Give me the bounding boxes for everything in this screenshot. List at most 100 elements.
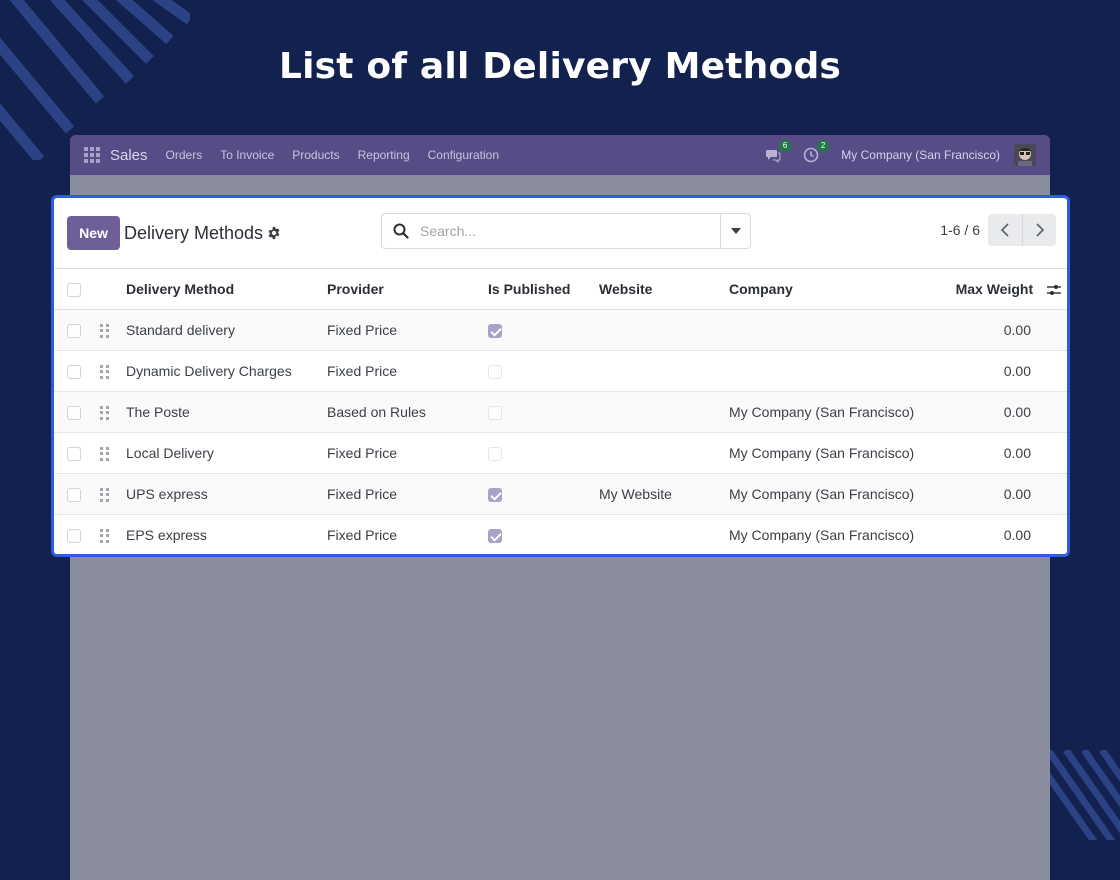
column-header-delivery-method[interactable]: Delivery Method <box>126 269 327 310</box>
cell-delivery-method[interactable]: UPS express <box>126 474 327 515</box>
published-checkbox[interactable] <box>488 406 502 421</box>
cell-is-published[interactable] <box>488 351 599 392</box>
table-header-row: Delivery Method Provider Is Published We… <box>54 268 1067 310</box>
row-checkbox[interactable] <box>67 324 81 339</box>
table-row[interactable]: Local Delivery Fixed Price My Company (S… <box>54 432 1067 474</box>
company-switcher[interactable]: My Company (San Francisco) <box>841 148 1000 162</box>
row-checkbox[interactable] <box>67 488 81 503</box>
search-box <box>381 213 751 249</box>
drag-handle-icon[interactable] <box>100 324 110 338</box>
nav-to-invoice[interactable]: To Invoice <box>220 148 274 162</box>
table-row[interactable]: EPS express Fixed Price My Company (San … <box>54 514 1067 555</box>
cell-max-weight[interactable]: 0.00 <box>919 310 1067 351</box>
cell-website[interactable] <box>599 310 729 351</box>
published-checkbox[interactable] <box>488 324 502 339</box>
pager-value[interactable]: 1-6 / 6 <box>940 222 980 238</box>
app-brand[interactable]: Sales <box>110 147 148 164</box>
cell-website[interactable] <box>599 515 729 555</box>
activities-badge: 2 <box>816 140 830 152</box>
cell-company[interactable]: My Company (San Francisco) <box>729 515 919 555</box>
cell-website[interactable] <box>599 392 729 433</box>
cell-provider[interactable]: Fixed Price <box>327 474 488 515</box>
column-header-website[interactable]: Website <box>599 269 729 310</box>
caret-down-icon <box>730 228 741 234</box>
row-checkbox[interactable] <box>67 447 81 462</box>
cell-delivery-method[interactable]: Standard delivery <box>126 310 327 351</box>
search-options-toggle[interactable] <box>720 214 750 248</box>
cell-delivery-method[interactable]: Dynamic Delivery Charges <box>126 351 327 392</box>
nav-products[interactable]: Products <box>292 148 339 162</box>
pager-next-button[interactable] <box>1022 214 1056 246</box>
row-checkbox[interactable] <box>67 365 81 380</box>
cell-delivery-method[interactable]: EPS express <box>126 515 327 555</box>
cell-is-published[interactable] <box>488 474 599 515</box>
cell-provider[interactable]: Fixed Price <box>327 310 488 351</box>
cell-company[interactable] <box>729 310 919 351</box>
cell-provider[interactable]: Based on Rules <box>327 392 488 433</box>
search-input[interactable] <box>420 216 720 246</box>
column-header-provider[interactable]: Provider <box>327 269 488 310</box>
control-panel: New Delivery Methods 1-6 / 6 <box>54 198 1067 268</box>
top-navbar: Sales Orders To Invoice Products Reporti… <box>70 135 1050 175</box>
nav-configuration[interactable]: Configuration <box>428 148 499 162</box>
published-checkbox[interactable] <box>488 488 502 503</box>
nav-reporting[interactable]: Reporting <box>358 148 410 162</box>
drag-handle-icon[interactable] <box>100 529 110 543</box>
column-header-max-weight[interactable]: Max Weight <box>919 269 1067 310</box>
chevron-left-icon <box>1000 223 1009 237</box>
nav-orders[interactable]: Orders <box>166 148 203 162</box>
cell-company[interactable]: My Company (San Francisco) <box>729 433 919 474</box>
cell-provider[interactable]: Fixed Price <box>327 351 488 392</box>
user-avatar[interactable] <box>1014 144 1036 166</box>
apps-grid-icon[interactable] <box>84 147 100 163</box>
cell-is-published[interactable] <box>488 392 599 433</box>
cell-website[interactable] <box>599 433 729 474</box>
gear-icon[interactable] <box>267 226 281 240</box>
cell-max-weight[interactable]: 0.00 <box>919 433 1067 474</box>
cell-is-published[interactable] <box>488 310 599 351</box>
table-row[interactable]: The Poste Based on Rules My Company (San… <box>54 391 1067 433</box>
pager: 1-6 / 6 <box>940 214 1056 246</box>
row-checkbox[interactable] <box>67 529 81 544</box>
cell-company[interactable] <box>729 351 919 392</box>
page-headline: List of all Delivery Methods <box>278 46 842 87</box>
decorative-stripes-bottom-right <box>1040 750 1120 840</box>
cell-website[interactable] <box>599 351 729 392</box>
new-button[interactable]: New <box>67 216 120 250</box>
chat-icon[interactable]: 6 <box>765 140 792 164</box>
table-row[interactable]: Dynamic Delivery Charges Fixed Price 0.0… <box>54 350 1067 392</box>
cell-provider[interactable]: Fixed Price <box>327 433 488 474</box>
column-header-company[interactable]: Company <box>729 269 919 310</box>
messages-badge: 6 <box>778 140 792 152</box>
published-checkbox[interactable] <box>488 447 502 462</box>
cell-is-published[interactable] <box>488 515 599 555</box>
max-weight-header-label: Max Weight <box>955 281 1034 297</box>
cell-website[interactable]: My Website <box>599 474 729 515</box>
cell-max-weight[interactable]: 0.00 <box>919 515 1067 555</box>
drag-handle-icon[interactable] <box>100 488 110 502</box>
table-row[interactable]: Standard delivery Fixed Price 0.00 <box>54 309 1067 351</box>
column-header-is-published[interactable]: Is Published <box>488 269 599 310</box>
select-all-checkbox[interactable] <box>67 283 81 298</box>
clock-icon[interactable]: 2 <box>803 140 830 163</box>
search-icon <box>382 223 420 239</box>
cell-max-weight[interactable]: 0.00 <box>919 392 1067 433</box>
published-checkbox[interactable] <box>488 529 502 544</box>
published-checkbox[interactable] <box>488 365 502 380</box>
cell-company[interactable]: My Company (San Francisco) <box>729 474 919 515</box>
cell-delivery-method[interactable]: Local Delivery <box>126 433 327 474</box>
table-row[interactable]: UPS express Fixed Price My Website My Co… <box>54 473 1067 515</box>
delivery-methods-table: Delivery Method Provider Is Published We… <box>54 268 1067 555</box>
row-checkbox[interactable] <box>67 406 81 421</box>
drag-handle-icon[interactable] <box>100 365 110 379</box>
cell-company[interactable]: My Company (San Francisco) <box>729 392 919 433</box>
cell-max-weight[interactable]: 0.00 <box>919 351 1067 392</box>
drag-handle-icon[interactable] <box>100 406 110 420</box>
drag-handle-icon[interactable] <box>100 447 110 461</box>
cell-provider[interactable]: Fixed Price <box>327 515 488 555</box>
cell-is-published[interactable] <box>488 433 599 474</box>
pager-previous-button[interactable] <box>988 214 1022 246</box>
cell-max-weight[interactable]: 0.00 <box>919 474 1067 515</box>
cell-delivery-method[interactable]: The Poste <box>126 392 327 433</box>
optional-columns-icon[interactable] <box>1047 284 1061 296</box>
